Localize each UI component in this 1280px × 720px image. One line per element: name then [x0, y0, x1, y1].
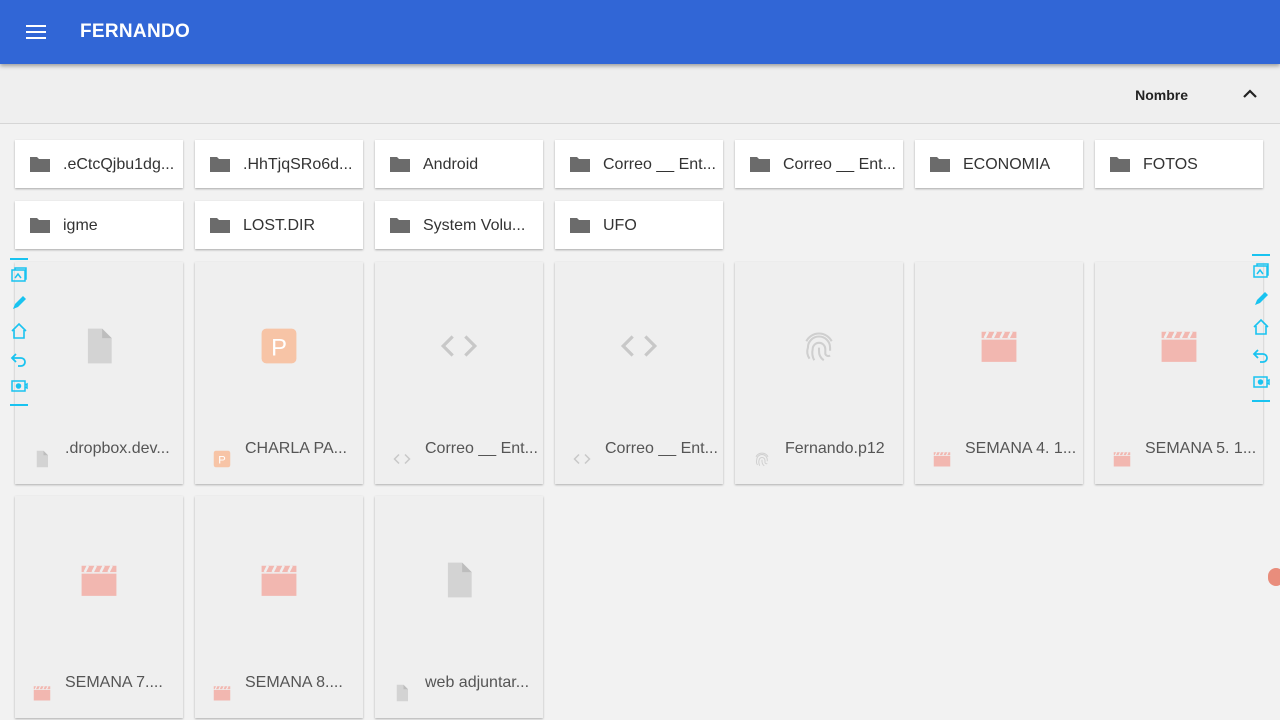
file-item[interactable]: Fernando.p12	[735, 262, 903, 484]
file-name: .dropbox.dev...	[65, 440, 170, 457]
folder-icon	[390, 218, 410, 233]
menu-icon	[26, 25, 46, 39]
file-name: SEMANA 5. 1...	[1145, 440, 1257, 457]
chevron-up-icon[interactable]	[1240, 84, 1260, 104]
file-name: Correo __ Ent...	[425, 440, 537, 457]
screenshot-icon[interactable]	[9, 264, 29, 286]
code-icon	[571, 448, 593, 470]
back-icon[interactable]	[1251, 344, 1271, 366]
folder-name: UFO	[603, 217, 637, 234]
presentation-icon: P	[211, 448, 233, 470]
folder-item[interactable]: FOTOS	[1095, 140, 1263, 188]
file-item[interactable]: SEMANA 4. 1...	[915, 262, 1083, 484]
back-icon[interactable]	[9, 348, 29, 370]
file-item[interactable]: web adjuntar...	[375, 496, 543, 718]
movie-icon	[931, 448, 953, 470]
folder-name: Correo __ Ent...	[603, 156, 715, 173]
folder-item[interactable]: Android	[375, 140, 543, 188]
svg-text:P: P	[218, 455, 226, 467]
code-icon	[439, 326, 479, 366]
folder-name: FOTOS	[1143, 156, 1198, 173]
home-icon[interactable]	[9, 320, 29, 342]
sort-bar: Nombre	[0, 64, 1280, 124]
movie-icon	[259, 560, 299, 600]
file-item[interactable]: SEMANA 5. 1...	[1095, 262, 1263, 484]
code-icon	[391, 448, 413, 470]
file-name: SEMANA 8....	[245, 674, 343, 691]
file-item[interactable]: P P CHARLA PA...	[195, 262, 363, 484]
page-title: FERNANDO	[80, 21, 191, 42]
folder-item[interactable]: Correo __ Ent...	[555, 140, 723, 188]
folder-icon	[750, 157, 770, 172]
file-item[interactable]: SEMANA 8....	[195, 496, 363, 718]
pen-icon[interactable]	[9, 292, 29, 314]
folder-name: Correo __ Ent...	[783, 156, 895, 173]
file-item[interactable]: Correo __ Ent...	[375, 262, 543, 484]
pen-icon[interactable]	[1251, 288, 1271, 310]
folder-icon	[210, 157, 230, 172]
fingerprint-icon	[799, 326, 839, 366]
folder-item[interactable]: System Volu...	[375, 201, 543, 249]
toolbar-divider	[10, 258, 28, 260]
folder-name: Android	[423, 156, 479, 173]
folder-name: System Volu...	[423, 217, 526, 234]
screen-record-icon[interactable]	[1251, 372, 1271, 394]
app-bar: FERNANDO	[0, 0, 1280, 64]
file-name: SEMANA 4. 1...	[965, 440, 1077, 457]
folder-name: .eCtcQjbu1dg...	[63, 156, 175, 173]
folder-icon	[210, 218, 230, 233]
code-icon	[619, 326, 659, 366]
folder-item[interactable]: .HhTjqSRo6d...	[195, 140, 363, 188]
file-icon	[31, 448, 53, 470]
movie-icon	[211, 682, 233, 704]
movie-icon	[1111, 448, 1133, 470]
folder-name: ECONOMIA	[963, 156, 1051, 173]
folder-item[interactable]: .eCtcQjbu1dg...	[15, 140, 183, 188]
file-icon	[391, 682, 413, 704]
movie-icon	[79, 560, 119, 600]
folder-icon	[30, 218, 50, 233]
floating-toolbar-left	[9, 256, 31, 410]
folder-icon	[30, 157, 50, 172]
screenshot-icon[interactable]	[1251, 260, 1271, 282]
folder-item[interactable]: UFO	[555, 201, 723, 249]
folder-icon	[570, 218, 590, 233]
file-name: SEMANA 7....	[65, 674, 163, 691]
floating-handle[interactable]	[1268, 568, 1280, 586]
file-name: web adjuntar...	[425, 674, 530, 691]
folder-name: .HhTjqSRo6d...	[243, 156, 353, 173]
file-item[interactable]: .dropbox.dev...	[15, 262, 183, 484]
movie-icon	[979, 326, 1019, 366]
toolbar-divider	[1252, 254, 1270, 256]
folder-icon	[1110, 157, 1130, 172]
folder-icon	[570, 157, 590, 172]
folder-item[interactable]: LOST.DIR	[195, 201, 363, 249]
folder-name: LOST.DIR	[243, 217, 316, 234]
menu-button[interactable]	[16, 12, 56, 52]
home-icon[interactable]	[1251, 316, 1271, 338]
fingerprint-icon	[751, 448, 773, 470]
screen-record-icon[interactable]	[9, 376, 29, 398]
floating-toolbar-right	[1251, 252, 1273, 406]
presentation-icon: P	[259, 326, 299, 366]
folder-icon	[930, 157, 950, 172]
file-name: Fernando.p12	[785, 440, 885, 457]
file-item[interactable]: SEMANA 7....	[15, 496, 183, 718]
sort-by-name-button[interactable]: Nombre	[1135, 87, 1188, 103]
file-name: CHARLA PA...	[245, 440, 347, 457]
movie-icon	[31, 682, 53, 704]
folder-name: igme	[63, 217, 98, 234]
file-name: Correo __ Ent...	[605, 440, 717, 457]
toolbar-divider	[1252, 400, 1270, 402]
file-icon	[439, 560, 479, 600]
toolbar-divider	[10, 404, 28, 406]
folder-item[interactable]: igme	[15, 201, 183, 249]
svg-text:P: P	[271, 335, 287, 362]
folder-icon	[390, 157, 410, 172]
movie-icon	[1159, 326, 1199, 366]
folder-item[interactable]: ECONOMIA	[915, 140, 1083, 188]
file-icon	[79, 326, 119, 366]
file-item[interactable]: Correo __ Ent...	[555, 262, 723, 484]
folder-item[interactable]: Correo __ Ent...	[735, 140, 903, 188]
